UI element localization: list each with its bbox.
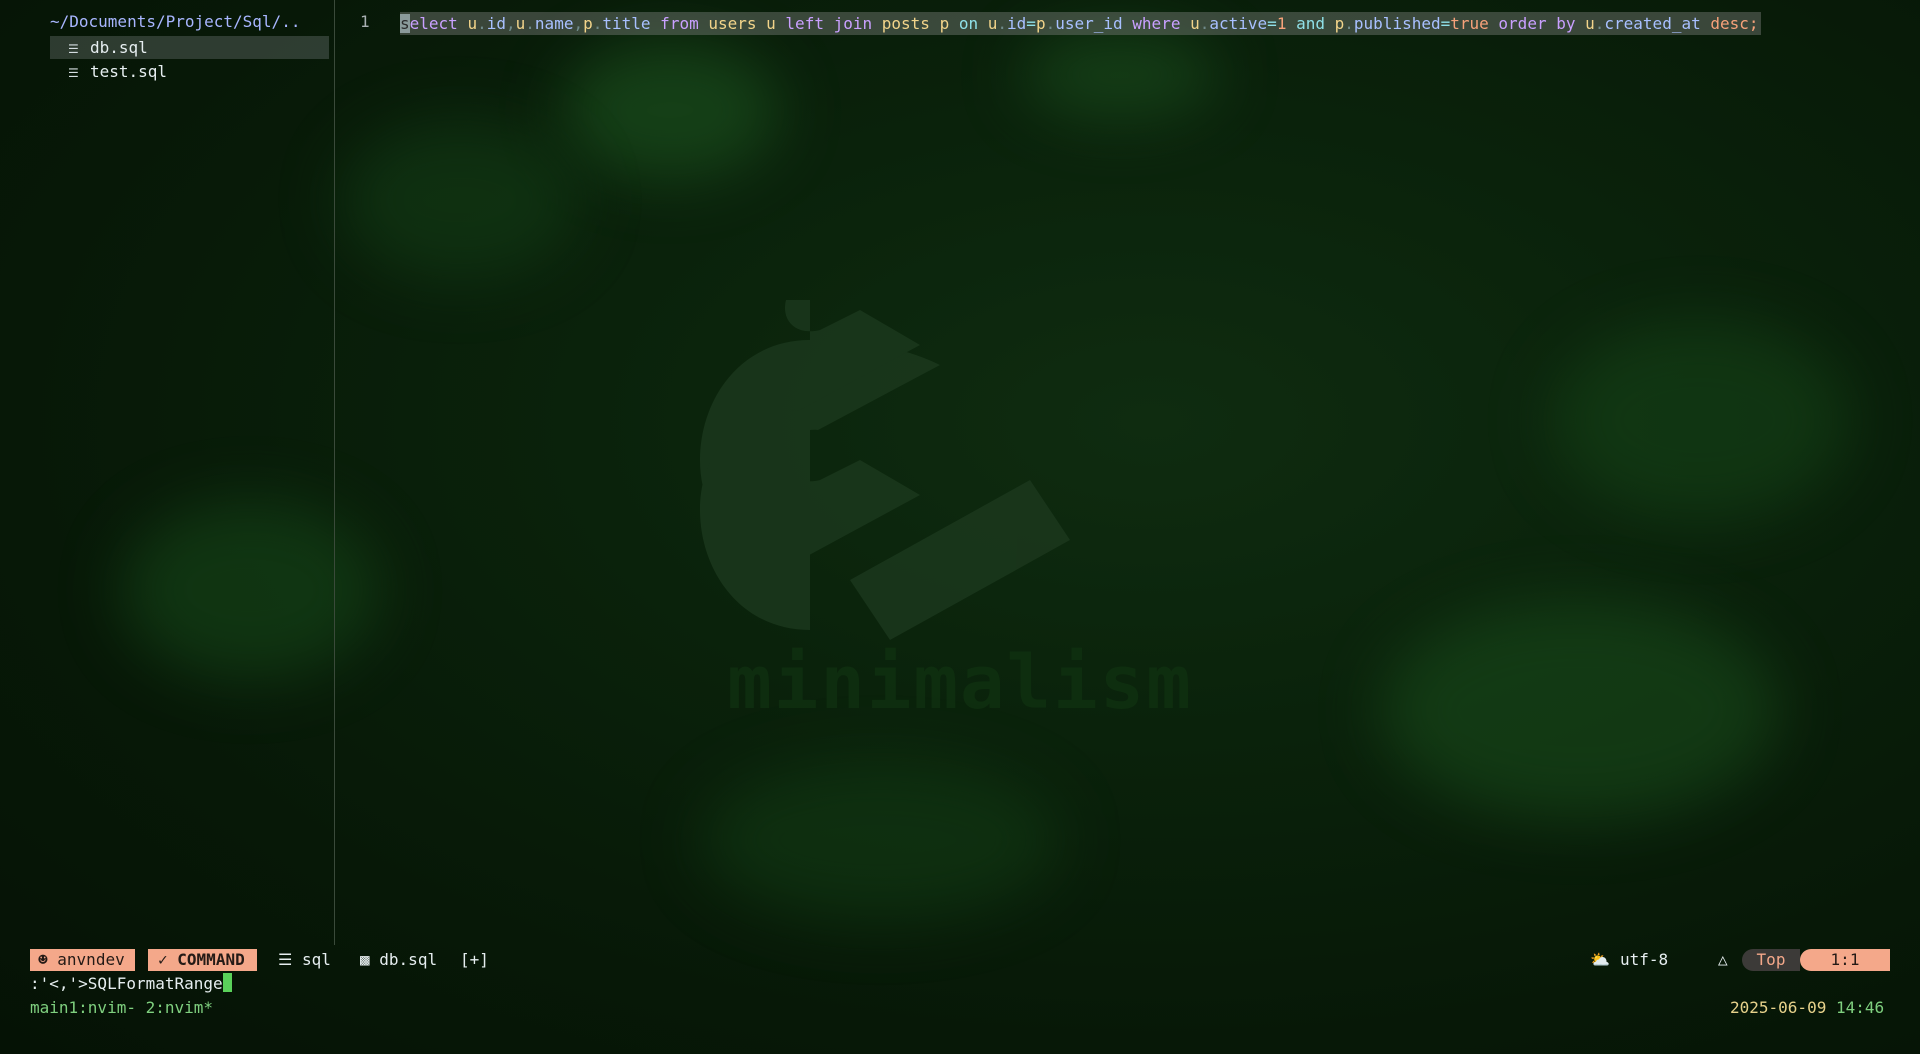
status-modified: [+] [460,950,489,969]
token-keyword: select [400,14,458,33]
token-column: title [602,14,651,33]
statusline: ☻ anvndev ✓ COMMAND ☰ sql ▩ db.sql [+] ⛅… [30,949,1890,971]
tmux-clock: 2025-06-09 14:46 [1730,998,1884,1017]
file-icon: ▩ [360,950,370,969]
token-keyword: on [958,14,979,33]
token-operator: = [1267,14,1277,33]
bg-blob [1020,30,1220,120]
status-filename: ▩ db.sql [360,949,437,971]
database-icon: ☰ [68,66,79,80]
token-keyword: where [1122,14,1191,33]
status-cursor: 1:1 [1800,949,1890,971]
token-alias: p [929,14,959,33]
database-icon: ☰ [278,950,293,969]
token-column: user_id [1055,14,1123,33]
status-encoding: utf-8 [1620,950,1669,969]
cursor [222,973,232,992]
token-alias: u [756,14,786,33]
token-alias: u [515,14,526,33]
vim-icon: ✓ [158,950,168,969]
status-filetype: ☰ sql [278,949,331,971]
token-alias: u [987,14,998,33]
status-mode: ✓ COMMAND [148,949,257,971]
bg-blob [1550,320,1850,520]
filetype-label: sql [301,950,331,969]
token-operator: = [1026,14,1036,33]
token-keyword: desc [1700,14,1749,33]
token-dot: . [1045,14,1056,33]
explorer-file-test[interactable]: ☰ test.sql [50,60,329,83]
token-alias: u [467,14,478,33]
token-dot: . [477,14,487,33]
token-dot: . [1344,14,1354,33]
token-alias: u [1585,14,1595,33]
linux-icon: △ [1718,950,1728,969]
token-column: published [1353,14,1441,33]
token-keyword: and [1286,14,1335,33]
bg-blob [1380,600,1780,820]
token-keyword: order by [1488,14,1586,33]
token-dot: . [1594,14,1605,33]
bg-blob [560,40,780,180]
wallpaper-brand-text: minimalism [727,640,1193,726]
token-operator: = [1440,14,1451,33]
bg-blob [340,120,580,280]
tmux-time: 14:46 [1835,998,1885,1017]
token-dot: . [1199,14,1210,33]
token-alias: u [1190,14,1200,33]
user-name: anvndev [57,950,125,969]
token-boolean: true [1450,14,1489,33]
bg-blob [700,760,1060,920]
token-column: id [486,14,506,33]
status-user: ☻ anvndev [30,949,135,971]
weather-icon: ⛅ [1590,950,1610,969]
cursor: s [400,14,410,33]
token-keyword: left join [785,14,873,33]
database-icon: ☰ [68,42,79,56]
filename-label: db.sql [379,950,438,969]
explorer-path[interactable]: ~/Documents/Project/Sql/.. [50,12,300,31]
command-text: :'<,'>SQLFormatRange [30,974,223,993]
user-icon: ☻ [38,950,48,969]
tmux-date: 2025-06-09 [1730,998,1827,1017]
file-explorer: ~/Documents/Project/Sql/.. ☰ db.sql ☰ test… [0,0,335,945]
token-number: 1 [1276,14,1287,33]
keyword-rest: elect [409,14,458,33]
token-keyword: from [650,14,709,33]
token-comma: , [506,14,516,33]
token-column: id [1007,14,1027,33]
token-dot: . [592,14,603,33]
token-column: active [1209,14,1268,33]
token-alias: p [1334,14,1345,33]
tmux-windows[interactable]: main1:nvim- 2:nvim* [30,998,213,1017]
token-column: name [534,14,574,33]
command-line[interactable]: :'<,'>SQLFormatRange [30,973,232,993]
token-alias: p [1035,14,1046,33]
token-alias: p [583,14,593,33]
token-semicolon: ; [1748,14,1759,33]
token-table: posts [881,14,930,33]
explorer-file-db[interactable]: ☰ db.sql [50,36,329,59]
token-table: users [708,14,757,33]
token-column: created_at [1604,14,1701,33]
token-dot: . [997,14,1008,33]
status-position-label: Top [1742,949,1800,971]
line-number: 1 [360,12,370,31]
mode-label: COMMAND [177,950,245,969]
code-line[interactable]: select u.id,u.name,p.title from users u … [400,12,1761,35]
token-dot: . [525,14,535,33]
token-comma: , [573,14,584,33]
file-name: test.sql [90,62,168,81]
file-name: db.sql [90,38,148,57]
